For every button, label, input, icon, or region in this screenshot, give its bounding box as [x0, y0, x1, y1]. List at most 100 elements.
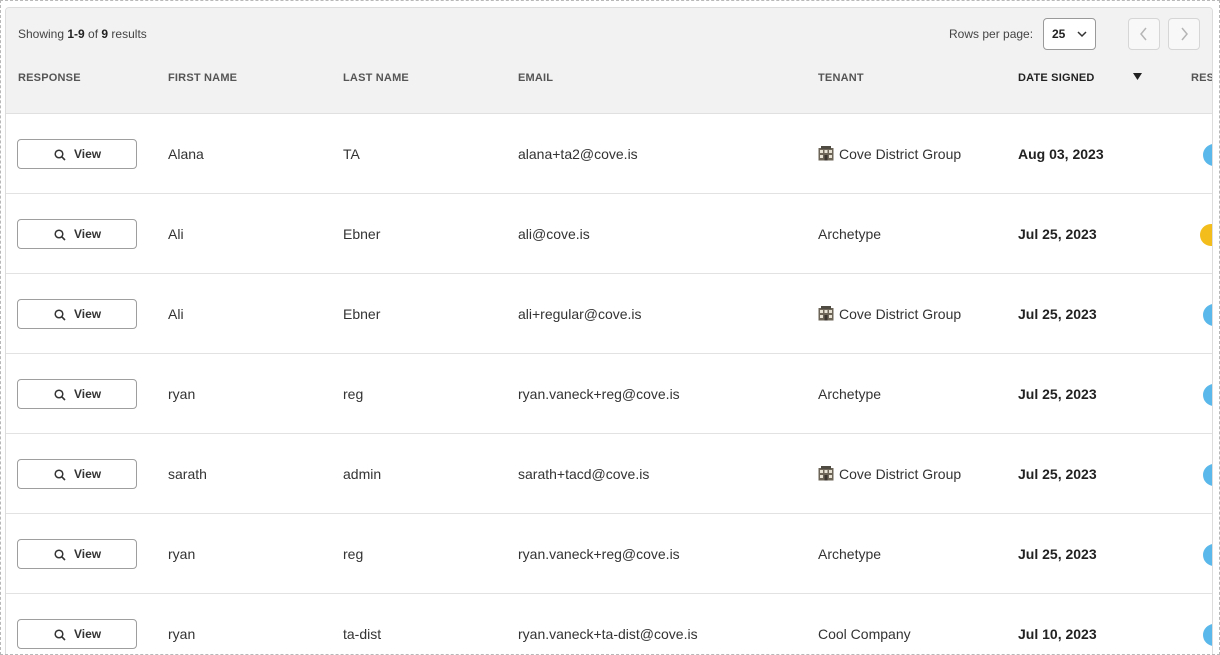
date-signed-cell: Jul 25, 2023	[1018, 466, 1097, 482]
table-row: View Ali Ebner ali@cove.is Archetype Jul…	[6, 194, 1212, 274]
tenant-cell: Cove District Group	[818, 146, 961, 162]
result-status-badge	[1203, 384, 1212, 406]
email-cell: ryan.vaneck+ta-dist@cove.is	[518, 626, 698, 642]
table-row: View ryan reg ryan.vaneck+reg@cove.is Ar…	[6, 514, 1212, 594]
search-icon	[54, 629, 66, 641]
table-row: View sarath admin sarath+tacd@cove.is Co…	[6, 434, 1212, 514]
search-icon	[54, 389, 66, 401]
last-name-cell: reg	[343, 386, 364, 402]
first-name-cell: sarath	[168, 466, 207, 482]
last-name-cell: TA	[343, 146, 360, 162]
building-icon	[818, 146, 834, 161]
sort-descending-icon[interactable]	[1133, 72, 1142, 81]
first-name-cell: Ali	[168, 306, 184, 322]
column-header-result[interactable]: RES	[1191, 72, 1212, 84]
rows-per-page-label: Rows per page:	[949, 27, 1034, 41]
email-cell: ali@cove.is	[518, 226, 590, 242]
email-cell: ryan.vaneck+reg@cove.is	[518, 546, 680, 562]
result-status-badge	[1203, 544, 1212, 566]
page-frame: Showing 1-9 of 9 results Rows per page: …	[0, 0, 1220, 655]
first-name-cell: ryan	[168, 546, 196, 562]
date-signed-cell: Jul 25, 2023	[1018, 226, 1097, 242]
tenant-name: Archetype	[818, 546, 882, 562]
search-icon	[54, 229, 66, 241]
result-status-badge	[1203, 304, 1212, 326]
search-icon	[54, 549, 66, 561]
search-icon	[54, 469, 66, 481]
view-button-label: View	[74, 307, 102, 321]
rows-per-page-value: 25	[1052, 27, 1066, 41]
column-header-email[interactable]: EMAIL	[518, 72, 553, 84]
column-header-date-signed[interactable]: DATE SIGNED	[1018, 72, 1095, 84]
result-status-badge	[1200, 224, 1212, 246]
building-icon	[818, 306, 834, 321]
view-button-label: View	[74, 387, 102, 401]
email-cell: sarath+tacd@cove.is	[518, 466, 650, 482]
view-button-label: View	[74, 227, 102, 241]
date-signed-cell: Jul 25, 2023	[1018, 306, 1097, 322]
building-icon	[818, 466, 834, 481]
table-body: View Alana TA alana+ta2@cove.is Cove Dis…	[6, 114, 1212, 654]
column-header-response[interactable]: RESPONSE	[18, 72, 81, 84]
date-signed-cell: Jul 25, 2023	[1018, 386, 1097, 402]
view-button-label: View	[74, 147, 102, 161]
email-cell: ryan.vaneck+reg@cove.is	[518, 386, 680, 402]
tenant-name: Cove District Group	[839, 306, 962, 322]
tenant-name: Archetype	[818, 386, 882, 402]
table-row: View Ali Ebner ali+regular@cove.is Cove …	[6, 274, 1212, 354]
tenant-cell: Cool Company	[818, 626, 911, 642]
first-name-cell: ryan	[168, 386, 196, 402]
first-name-cell: Ali	[168, 226, 184, 242]
rows-per-page-select[interactable]: 25	[1043, 18, 1096, 50]
view-button-label: View	[74, 627, 102, 641]
tenant-name: Cool Company	[818, 626, 911, 642]
tenant-cell: Archetype	[818, 226, 881, 242]
results-summary: Showing 1-9 of 9 results	[18, 27, 147, 41]
result-status-badge	[1203, 464, 1212, 486]
table-row: View Alana TA alana+ta2@cove.is Cove Dis…	[6, 114, 1212, 194]
last-name-cell: reg	[343, 546, 364, 562]
last-name-cell: Ebner	[343, 226, 381, 242]
tenant-name: Cove District Group	[839, 146, 962, 162]
table-header-bar: Showing 1-9 of 9 results Rows per page: …	[6, 8, 1212, 114]
last-name-cell: admin	[343, 466, 382, 482]
result-status-badge	[1203, 624, 1212, 646]
search-icon	[54, 149, 66, 161]
date-signed-cell: Jul 25, 2023	[1018, 546, 1097, 562]
view-response-button[interactable]: View	[17, 219, 137, 249]
tenant-name: Archetype	[818, 226, 882, 242]
search-icon	[54, 309, 66, 321]
tenant-cell: Cove District Group	[818, 466, 961, 482]
chevron-down-icon	[1077, 31, 1087, 38]
next-page-button[interactable]	[1168, 18, 1200, 50]
column-header-first-name[interactable]: FIRST NAME	[168, 72, 237, 84]
tenant-name: Cove District Group	[839, 466, 962, 482]
tenant-cell: Cove District Group	[818, 306, 961, 322]
view-button-label: View	[74, 467, 102, 481]
view-response-button[interactable]: View	[17, 139, 137, 169]
view-response-button[interactable]: View	[17, 459, 137, 489]
table-row: View ryan reg ryan.vaneck+reg@cove.is Ar…	[6, 354, 1212, 434]
view-response-button[interactable]: View	[17, 539, 137, 569]
column-header-last-name[interactable]: LAST NAME	[343, 72, 409, 84]
table-row: View ryan ta-dist ryan.vaneck+ta-dist@co…	[6, 594, 1212, 654]
date-signed-cell: Jul 10, 2023	[1018, 626, 1097, 642]
results-range: 1-9	[67, 27, 85, 41]
previous-page-button[interactable]	[1128, 18, 1160, 50]
date-signed-cell: Aug 03, 2023	[1018, 146, 1104, 162]
last-name-cell: ta-dist	[343, 626, 382, 642]
last-name-cell: Ebner	[343, 306, 381, 322]
chevron-left-icon	[1140, 27, 1147, 41]
tenant-cell: Archetype	[818, 546, 881, 562]
view-response-button[interactable]: View	[17, 379, 137, 409]
email-cell: ali+regular@cove.is	[518, 306, 642, 322]
view-button-label: View	[74, 547, 102, 561]
view-response-button[interactable]: View	[17, 619, 137, 649]
column-header-tenant[interactable]: TENANT	[818, 72, 864, 84]
first-name-cell: Alana	[168, 146, 204, 162]
first-name-cell: ryan	[168, 626, 196, 642]
tenant-cell: Archetype	[818, 386, 881, 402]
view-response-button[interactable]: View	[17, 299, 137, 329]
chevron-right-icon	[1181, 27, 1188, 41]
email-cell: alana+ta2@cove.is	[518, 146, 638, 162]
